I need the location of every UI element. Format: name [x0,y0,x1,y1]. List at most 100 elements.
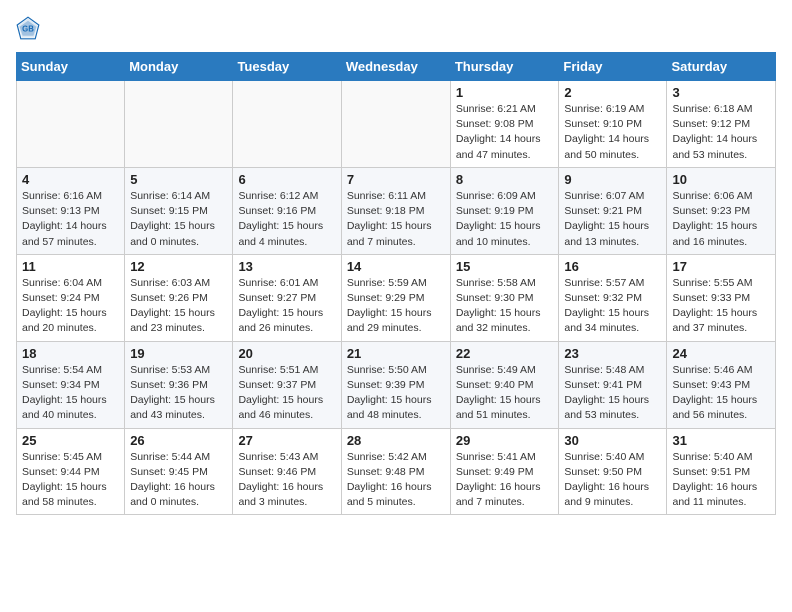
calendar-cell: 2Sunrise: 6:19 AM Sunset: 9:10 PM Daylig… [559,81,667,168]
calendar-cell: 17 Sunrise: 5:55 AM Sunset: 9:33 PM Dayli… [667,254,776,341]
day-info: Sunrise: 6:09 AM Sunset: 9:19 PM Dayligh… [456,189,554,250]
day-number: 16 [564,259,661,274]
logo: GB [16,16,44,40]
calendar-cell: 12 Sunrise: 6:03 AM Sunset: 9:26 PM Dayli… [125,254,233,341]
calendar-cell: 20Sunrise: 5:51 AM Sunset: 9:37 PM Dayli… [233,341,341,428]
calendar-table: SundayMondayTuesdayWednesdayThursdayFrid… [16,52,776,515]
day-info: Sunrise: 5:42 AM Sunset: 9:48 PM Dayligh… [347,450,445,511]
day-number: 25 [22,433,119,448]
day-info: Sunrise: 5:50 AM Sunset: 9:39 PM Dayligh… [347,363,445,424]
day-info: Sunrise: 5:57 AM Sunset: 9:32 PM Dayligh… [564,276,661,337]
calendar-cell: 22 Sunrise: 5:49 AM Sunset: 9:40 PM Dayli… [450,341,559,428]
day-number: 23 [564,346,661,361]
day-info: Sunrise: 5:58 AM Sunset: 9:30 PM Dayligh… [456,276,554,337]
day-number: 10 [672,172,770,187]
day-info: Sunrise: 6:12 AM Sunset: 9:16 PM Dayligh… [238,189,335,250]
day-info: Sunrise: 6:01 AM Sunset: 9:27 PM Dayligh… [238,276,335,337]
calendar-header-tuesday: Tuesday [233,53,341,81]
day-info: Sunrise: 5:59 AM Sunset: 9:29 PM Dayligh… [347,276,445,337]
calendar-week-row: 11Sunrise: 6:04 AM Sunset: 9:24 PM Dayli… [17,254,776,341]
day-info: Sunrise: 5:49 AM Sunset: 9:40 PM Dayligh… [456,363,554,424]
header: GB [16,16,776,40]
day-info: Sunrise: 5:46 AM Sunset: 9:43 PM Dayligh… [672,363,770,424]
day-number: 27 [238,433,335,448]
calendar-cell: 14 Sunrise: 5:59 AM Sunset: 9:29 PM Dayli… [341,254,450,341]
day-number: 15 [456,259,554,274]
day-number: 3 [672,85,770,100]
calendar-cell: 4 Sunrise: 6:16 AM Sunset: 9:13 PM Daylig… [17,167,125,254]
day-info: Sunrise: 5:45 AM Sunset: 9:44 PM Dayligh… [22,450,119,511]
day-info: Sunrise: 5:40 AM Sunset: 9:50 PM Dayligh… [564,450,661,511]
calendar-header-monday: Monday [125,53,233,81]
day-info: Sunrise: 5:48 AM Sunset: 9:41 PM Dayligh… [564,363,661,424]
day-info: Sunrise: 5:44 AM Sunset: 9:45 PM Dayligh… [130,450,227,511]
calendar-week-row: 4 Sunrise: 6:16 AM Sunset: 9:13 PM Daylig… [17,167,776,254]
calendar-cell: 27 Sunrise: 5:43 AM Sunset: 9:46 PM Dayli… [233,428,341,515]
day-number: 14 [347,259,445,274]
day-number: 18 [22,346,119,361]
calendar-cell: 9 Sunrise: 6:07 AM Sunset: 9:21 PM Daylig… [559,167,667,254]
day-number: 21 [347,346,445,361]
calendar-cell: 19Sunrise: 5:53 AM Sunset: 9:36 PM Dayli… [125,341,233,428]
calendar-cell: 30 Sunrise: 5:40 AM Sunset: 9:50 PM Dayli… [559,428,667,515]
day-number: 8 [456,172,554,187]
day-number: 26 [130,433,227,448]
day-number: 6 [238,172,335,187]
calendar-cell: 13 Sunrise: 6:01 AM Sunset: 9:27 PM Dayli… [233,254,341,341]
day-info: Sunrise: 5:40 AM Sunset: 9:51 PM Dayligh… [672,450,770,511]
calendar-week-row: 1Sunrise: 6:21 AM Sunset: 9:08 PM Daylig… [17,81,776,168]
calendar-week-row: 25 Sunrise: 5:45 AM Sunset: 9:44 PM Dayli… [17,428,776,515]
day-number: 29 [456,433,554,448]
day-info: Sunrise: 6:06 AM Sunset: 9:23 PM Dayligh… [672,189,770,250]
calendar-header-thursday: Thursday [450,53,559,81]
day-info: Sunrise: 5:43 AM Sunset: 9:46 PM Dayligh… [238,450,335,511]
calendar-week-row: 18 Sunrise: 5:54 AM Sunset: 9:34 PM Dayli… [17,341,776,428]
calendar-header-saturday: Saturday [667,53,776,81]
day-number: 12 [130,259,227,274]
calendar-cell: 6 Sunrise: 6:12 AM Sunset: 9:16 PM Daylig… [233,167,341,254]
day-number: 11 [22,259,119,274]
calendar-cell: 16 Sunrise: 5:57 AM Sunset: 9:32 PM Dayli… [559,254,667,341]
day-info: Sunrise: 6:16 AM Sunset: 9:13 PM Dayligh… [22,189,119,250]
calendar-cell: 3Sunrise: 6:18 AM Sunset: 9:12 PM Daylig… [667,81,776,168]
day-info: Sunrise: 5:51 AM Sunset: 9:37 PM Dayligh… [238,363,335,424]
day-number: 17 [672,259,770,274]
calendar-cell: 15 Sunrise: 5:58 AM Sunset: 9:30 PM Dayli… [450,254,559,341]
calendar-cell [341,81,450,168]
day-number: 22 [456,346,554,361]
day-number: 5 [130,172,227,187]
day-info: Sunrise: 6:11 AM Sunset: 9:18 PM Dayligh… [347,189,445,250]
calendar-cell: 28 Sunrise: 5:42 AM Sunset: 9:48 PM Dayli… [341,428,450,515]
day-number: 13 [238,259,335,274]
calendar-cell: 5Sunrise: 6:14 AM Sunset: 9:15 PM Daylig… [125,167,233,254]
day-info: Sunrise: 6:03 AM Sunset: 9:26 PM Dayligh… [130,276,227,337]
calendar-header-wednesday: Wednesday [341,53,450,81]
day-number: 31 [672,433,770,448]
calendar-header-friday: Friday [559,53,667,81]
day-number: 19 [130,346,227,361]
calendar-cell: 18 Sunrise: 5:54 AM Sunset: 9:34 PM Dayli… [17,341,125,428]
day-info: Sunrise: 6:07 AM Sunset: 9:21 PM Dayligh… [564,189,661,250]
day-info: Sunrise: 6:21 AM Sunset: 9:08 PM Dayligh… [456,102,554,163]
logo-icon: GB [16,16,40,40]
day-number: 30 [564,433,661,448]
day-info: Sunrise: 5:55 AM Sunset: 9:33 PM Dayligh… [672,276,770,337]
calendar-body: 1Sunrise: 6:21 AM Sunset: 9:08 PM Daylig… [17,81,776,515]
calendar-cell: 25 Sunrise: 5:45 AM Sunset: 9:44 PM Dayli… [17,428,125,515]
calendar-cell [233,81,341,168]
calendar-cell: 29 Sunrise: 5:41 AM Sunset: 9:49 PM Dayli… [450,428,559,515]
day-number: 4 [22,172,119,187]
day-number: 2 [564,85,661,100]
day-info: Sunrise: 5:54 AM Sunset: 9:34 PM Dayligh… [22,363,119,424]
calendar-cell: 31 Sunrise: 5:40 AM Sunset: 9:51 PM Dayli… [667,428,776,515]
day-number: 28 [347,433,445,448]
calendar-cell: 11Sunrise: 6:04 AM Sunset: 9:24 PM Dayli… [17,254,125,341]
calendar-cell: 26 Sunrise: 5:44 AM Sunset: 9:45 PM Dayli… [125,428,233,515]
calendar-cell: 24 Sunrise: 5:46 AM Sunset: 9:43 PM Dayli… [667,341,776,428]
day-number: 24 [672,346,770,361]
calendar-cell [17,81,125,168]
calendar-header-row: SundayMondayTuesdayWednesdayThursdayFrid… [17,53,776,81]
day-number: 9 [564,172,661,187]
day-info: Sunrise: 5:41 AM Sunset: 9:49 PM Dayligh… [456,450,554,511]
calendar-cell: 10 Sunrise: 6:06 AM Sunset: 9:23 PM Dayli… [667,167,776,254]
